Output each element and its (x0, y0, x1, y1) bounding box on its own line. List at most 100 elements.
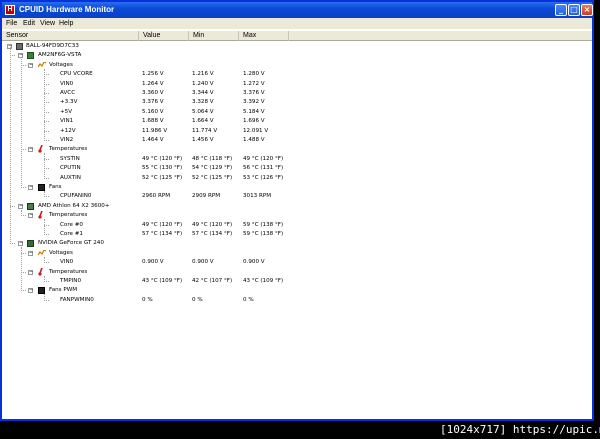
sensor-row[interactable]: CPUTIN 55 °C (130 °F) 54 °C (129 °F) 56 °C … (2, 164, 592, 173)
sensor-name: CPUTIN (60, 165, 81, 172)
sensor-min: 1.216 V (192, 71, 214, 78)
collapse-toggle[interactable]: − (28, 250, 33, 256)
menu-help[interactable]: Help (59, 19, 73, 28)
minimize-button[interactable]: _ (555, 4, 567, 16)
sensor-row[interactable]: AVCC 3.360 V 3.344 V 3.376 V (2, 89, 592, 98)
sensor-value: 3.360 V (142, 90, 164, 96)
sensor-row[interactable]: AUXTIN 52 °C (125 °F) 52 °C (125 °F) 53 °C … (2, 174, 592, 183)
sensor-row[interactable]: VIN0 1.264 V 1.240 V 1.272 V (2, 80, 592, 89)
menu-file[interactable]: File (6, 19, 17, 28)
tree-device[interactable]: − AM2NF6G-VSTA (2, 51, 592, 60)
menu-view[interactable]: View (40, 19, 55, 28)
thermometer-icon (38, 267, 44, 276)
tree-group[interactable]: − Fans (2, 183, 592, 192)
sensor-max: 0 % (243, 296, 254, 303)
menu-edit[interactable]: Edit (23, 19, 35, 28)
sensor-min: 1.456 V (192, 137, 214, 143)
collapse-toggle[interactable]: − (28, 288, 33, 294)
sensor-name: AVCC (60, 90, 76, 96)
sensor-row[interactable]: VIN2 1.464 V 1.456 V 1.488 V (2, 136, 592, 145)
tree-group[interactable]: − Temperatures (2, 210, 592, 220)
sensor-max: 1.696 V (243, 118, 265, 125)
tree-label: BALL-94FD9D7C33 (26, 43, 79, 49)
column-header-value[interactable]: Value (139, 31, 189, 41)
tree-guide-line (44, 275, 45, 282)
sensor-name: CPUFANIN0 (60, 193, 92, 200)
sensor-value: 1.256 V (142, 71, 164, 78)
sensor-max: 43 °C (109 °F) (243, 278, 284, 284)
sensor-max: 3.392 V (243, 99, 265, 106)
collapse-toggle[interactable]: − (18, 203, 23, 209)
sensor-min: 3.328 V (192, 99, 214, 106)
sensor-min: 1.240 V (192, 80, 214, 87)
sensor-name: +3.3V (60, 99, 78, 106)
sensor-value: 0.900 V (142, 259, 164, 266)
tree-label: Temperatures (49, 146, 88, 153)
tree-guide-line (44, 153, 45, 179)
sensor-min: 3.344 V (192, 90, 214, 96)
sensor-row[interactable]: CPUFANIN0 2960 RPM 2909 RPM 3013 RPM (2, 192, 592, 201)
tree-device[interactable]: − NVIDIA GeForce GT 240 (2, 239, 592, 248)
sensor-value: 11.986 V (142, 127, 168, 134)
tree-device[interactable]: − AMD Athlon 64 X2 3600+ (2, 202, 592, 211)
tree-group[interactable]: − Voltages (2, 248, 592, 258)
app-icon[interactable]: H (5, 5, 15, 15)
close-button[interactable]: × (581, 4, 593, 16)
cpu-icon (27, 202, 34, 210)
tree-label: NVIDIA GeForce GT 240 (38, 240, 104, 247)
tree-group[interactable]: − Fans PWM (2, 286, 592, 295)
column-header-sensor[interactable]: Sensor (2, 31, 139, 41)
sensor-row[interactable]: TMPIN0 43 °C (109 °F) 42 °C (107 °F) 43 °C … (2, 277, 592, 286)
sensor-row[interactable]: VIN0 0.900 V 0.900 V 0.900 V (2, 258, 592, 267)
sensor-row[interactable]: VIN1 1.688 V 1.664 V 1.696 V (2, 117, 592, 126)
voltage-icon (37, 248, 47, 256)
tree-label: Temperatures (49, 212, 88, 219)
sensor-max: 1.280 V (243, 71, 265, 78)
thermometer-icon (38, 210, 44, 219)
collapse-toggle[interactable]: − (28, 147, 33, 153)
tree-group[interactable]: − Temperatures (2, 267, 592, 277)
sensor-row[interactable]: Core #0 49 °C (120 °F) 49 °C (120 °F) 59 °C… (2, 221, 592, 230)
tree-root[interactable]: − BALL-94FD9D7C33 (2, 42, 592, 51)
sensor-row[interactable]: SYSTIN 49 °C (120 °F) 48 °C (118 °F) 49 °C … (2, 155, 592, 164)
collapse-toggle[interactable]: − (28, 62, 33, 68)
title-bar[interactable]: H CPUID Hardware Monitor _ □ × (2, 2, 593, 18)
sensor-name: Core #1 (60, 231, 83, 237)
sensor-value: 1.688 V (142, 118, 164, 125)
sensor-row[interactable]: +12V 11.986 V 11.774 V 12.091 V (2, 127, 592, 136)
column-header-max[interactable]: Max (239, 31, 289, 41)
sensor-row[interactable]: +5V 5.160 V 5.064 V 5.184 V (2, 108, 592, 117)
sensor-value: 49 °C (120 °F) (142, 155, 183, 162)
tree-label: Fans PWM (49, 287, 78, 294)
gpu-icon (27, 240, 34, 248)
sensor-min: 57 °C (134 °F) (192, 231, 233, 237)
sensor-min: 52 °C (125 °F) (192, 174, 233, 181)
sensor-min: 48 °C (118 °F) (192, 155, 233, 162)
fan-icon (38, 287, 45, 295)
sensor-max: 12.091 V (243, 127, 269, 134)
sensor-row[interactable]: FANPWMIN0 0 % 0 % 0 % (2, 296, 592, 305)
tree-guide-line (44, 68, 45, 141)
collapse-toggle[interactable]: − (28, 185, 33, 190)
sensor-row[interactable]: +3.3V 3.376 V 3.328 V 3.392 V (2, 98, 592, 107)
collapse-toggle[interactable]: − (18, 241, 23, 247)
motherboard-icon (27, 52, 34, 60)
sensor-row[interactable]: Core #1 57 °C (134 °F) 57 °C (134 °F) 59 °C… (2, 230, 592, 239)
sensor-row[interactable]: CPU VCORE 1.256 V 1.216 V 1.280 V (2, 70, 592, 79)
collapse-toggle[interactable]: − (18, 53, 23, 59)
sensor-max: 0.900 V (243, 259, 265, 266)
watermark-text: [1024x717] https://upic.me/ (440, 423, 600, 436)
column-header-min[interactable]: Min (189, 31, 239, 41)
collapse-toggle[interactable]: − (28, 213, 33, 219)
tree-guide-line (21, 209, 22, 217)
sensor-min: 1.664 V (192, 118, 214, 125)
menu-bar: File Edit View Help (2, 18, 592, 29)
fan-icon (38, 184, 45, 191)
sensor-value: 3.376 V (142, 99, 164, 106)
maximize-button[interactable]: □ (568, 4, 580, 16)
collapse-toggle[interactable]: − (28, 269, 33, 275)
tree-group[interactable]: − Temperatures (2, 145, 592, 154)
tree-group[interactable]: − Voltages (2, 60, 592, 70)
sensor-max: 49 °C (120 °F) (243, 155, 284, 162)
sensor-value: 57 °C (134 °F) (142, 231, 183, 237)
